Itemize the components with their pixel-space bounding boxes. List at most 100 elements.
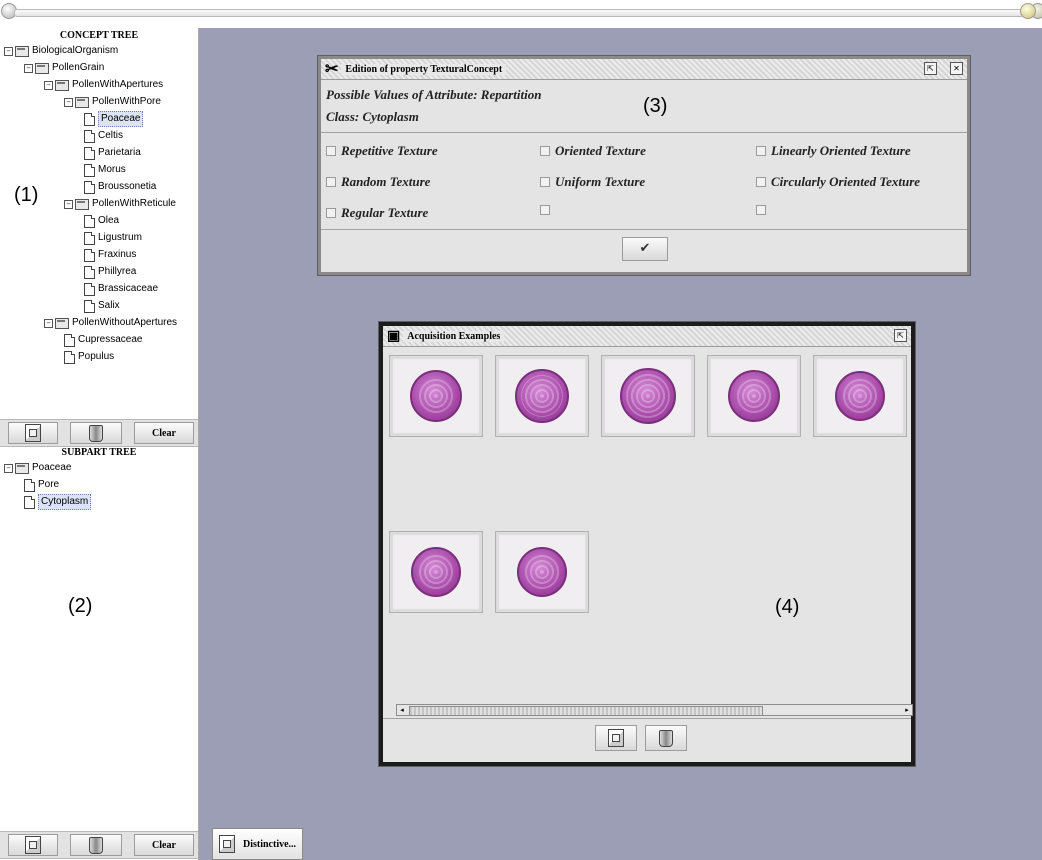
tree-node-label: PollenGrain bbox=[52, 62, 105, 73]
checkbox[interactable] bbox=[540, 205, 550, 215]
confirm-button[interactable]: ✔ bbox=[622, 237, 668, 261]
tree-node[interactable]: Celtis bbox=[84, 129, 123, 143]
texture-option[interactable]: Oriented Texture bbox=[540, 143, 646, 159]
checkbox[interactable] bbox=[756, 205, 766, 215]
tree-node[interactable]: − BiologicalOrganism bbox=[4, 44, 118, 58]
collapse-icon[interactable]: − bbox=[44, 80, 53, 90]
subpart-delete-button[interactable] bbox=[70, 834, 122, 856]
texture-option-label: Linearly Oriented Texture bbox=[771, 143, 911, 158]
example-image[interactable] bbox=[495, 531, 589, 613]
tree-node[interactable]: Fraxinus bbox=[84, 248, 136, 262]
collapse-icon[interactable]: − bbox=[64, 97, 73, 107]
window-titlebar bbox=[0, 0, 1042, 28]
concept-add-button[interactable] bbox=[8, 422, 58, 444]
pollen-grain-image bbox=[410, 370, 462, 422]
restore-icon[interactable]: ⇱ bbox=[894, 329, 907, 342]
left-panel: CONCEPT TREE − BiologicalOrganism − PollenG… bbox=[0, 28, 199, 860]
tree-node-label: Celtis bbox=[98, 130, 124, 141]
add-document-icon bbox=[219, 835, 235, 853]
texture-option[interactable]: Uniform Texture bbox=[540, 174, 645, 190]
checkbox[interactable] bbox=[540, 177, 550, 187]
tree-node[interactable]: − PollenGrain bbox=[24, 61, 104, 75]
restore-icon[interactable]: ⇱ bbox=[924, 62, 937, 75]
texture-option[interactable]: Linearly Oriented Texture bbox=[756, 143, 911, 159]
checkbox[interactable] bbox=[540, 146, 550, 156]
horizontal-scrollbar[interactable]: ◂ ▸ bbox=[396, 704, 913, 716]
subpart-tree: − Poaceae Pore Cytoplasm bbox=[0, 461, 198, 821]
checkbox[interactable] bbox=[326, 177, 336, 187]
scrollbar-thumb[interactable] bbox=[409, 706, 763, 716]
tree-node-label: Cytoplasm bbox=[38, 494, 92, 510]
example-image[interactable] bbox=[813, 355, 907, 437]
annotation-3: (3) bbox=[643, 95, 668, 117]
example-image[interactable] bbox=[389, 355, 483, 437]
tree-node[interactable]: Cupressaceae bbox=[64, 333, 142, 347]
scroll-left-icon[interactable]: ◂ bbox=[397, 705, 407, 715]
texture-option[interactable]: Circularly Oriented Texture bbox=[756, 174, 920, 190]
document-icon bbox=[84, 248, 95, 262]
add-document-icon bbox=[608, 729, 624, 747]
close-icon[interactable]: ✕ bbox=[950, 62, 963, 75]
scroll-right-icon[interactable]: ▸ bbox=[902, 705, 912, 715]
example-image[interactable] bbox=[707, 355, 801, 437]
tree-node[interactable]: − PollenWithApertures bbox=[44, 78, 163, 92]
tree-node-label: Ligustrum bbox=[98, 232, 142, 243]
tree-node[interactable]: Olea bbox=[84, 214, 119, 228]
collapse-icon[interactable]: − bbox=[4, 463, 13, 473]
tree-node-label: Pore bbox=[38, 479, 60, 490]
tools-icon: ✂ bbox=[325, 61, 339, 78]
tree-node[interactable]: Pore bbox=[24, 478, 59, 492]
divider bbox=[383, 718, 911, 719]
document-icon bbox=[24, 495, 35, 509]
acquisition-add-button[interactable] bbox=[595, 725, 637, 751]
property-window-titlebar[interactable]: ✂ Edition of property TexturalConcept ⇱ … bbox=[321, 59, 967, 80]
example-image[interactable] bbox=[601, 355, 695, 437]
example-image[interactable] bbox=[389, 531, 483, 613]
checkbox[interactable] bbox=[756, 177, 766, 187]
subpart-add-button[interactable] bbox=[8, 834, 58, 856]
subpart-tree-title: SUBPART TREE bbox=[61, 447, 137, 458]
tree-node[interactable]: Ligustrum bbox=[84, 231, 142, 245]
tree-node[interactable]: Salix bbox=[84, 299, 120, 313]
acquisition-delete-button[interactable] bbox=[645, 725, 687, 751]
tree-node-label: PollenWithoutApertures bbox=[72, 317, 178, 328]
tree-node[interactable]: Populus bbox=[64, 350, 114, 364]
collapse-icon[interactable]: − bbox=[4, 46, 13, 56]
subpart-clear-button[interactable]: Clear bbox=[134, 834, 194, 856]
texture-option[interactable]: Random Texture bbox=[326, 174, 430, 190]
tree-node-label: Morus bbox=[98, 164, 126, 175]
tree-node[interactable]: Broussonetia bbox=[84, 180, 156, 194]
collapse-icon[interactable]: − bbox=[44, 318, 53, 328]
folder-icon bbox=[55, 79, 69, 91]
texture-option[interactable] bbox=[540, 205, 555, 215]
texture-option[interactable]: Regular Texture bbox=[326, 205, 428, 221]
divider bbox=[321, 229, 967, 230]
tree-node-label: Fraxinus bbox=[98, 249, 137, 260]
checkbox[interactable] bbox=[756, 146, 766, 156]
tree-node[interactable]: − PollenWithReticule bbox=[64, 197, 176, 211]
collapse-icon[interactable]: − bbox=[24, 63, 33, 73]
tree-node[interactable]: − PollenWithPore bbox=[64, 95, 161, 109]
tree-node[interactable]: − PollenWithoutApertures bbox=[44, 316, 177, 330]
texture-option[interactable] bbox=[756, 205, 771, 215]
tree-node[interactable]: Brassicaceae bbox=[84, 282, 158, 296]
checkbox[interactable] bbox=[326, 146, 336, 156]
image-frame bbox=[605, 359, 691, 433]
divider bbox=[321, 132, 967, 133]
tree-node[interactable]: Phillyrea bbox=[84, 265, 136, 279]
texture-option[interactable]: Repetitive Texture bbox=[326, 143, 438, 159]
acquisition-window-titlebar[interactable]: ▣ Acquisition Examples ⇱ bbox=[383, 326, 911, 347]
checkbox[interactable] bbox=[326, 208, 336, 218]
tree-node[interactable]: Parietaria bbox=[84, 146, 141, 160]
example-image[interactable] bbox=[495, 355, 589, 437]
tree-node[interactable]: Cytoplasm bbox=[24, 494, 92, 510]
collapse-icon[interactable]: − bbox=[64, 199, 73, 209]
tree-node[interactable]: Poaceae bbox=[84, 111, 144, 127]
concept-delete-button[interactable] bbox=[70, 422, 122, 444]
distinctive-button[interactable]: Distinctive... bbox=[212, 828, 304, 860]
tree-node[interactable]: − Poaceae bbox=[4, 461, 71, 475]
window-minimize-knob-icon[interactable] bbox=[1020, 3, 1036, 19]
tree-node[interactable]: Morus bbox=[84, 163, 126, 177]
concept-tree: − BiologicalOrganism − PollenGrain − PollenWi… bbox=[0, 44, 198, 414]
concept-clear-button[interactable]: Clear bbox=[134, 422, 194, 444]
